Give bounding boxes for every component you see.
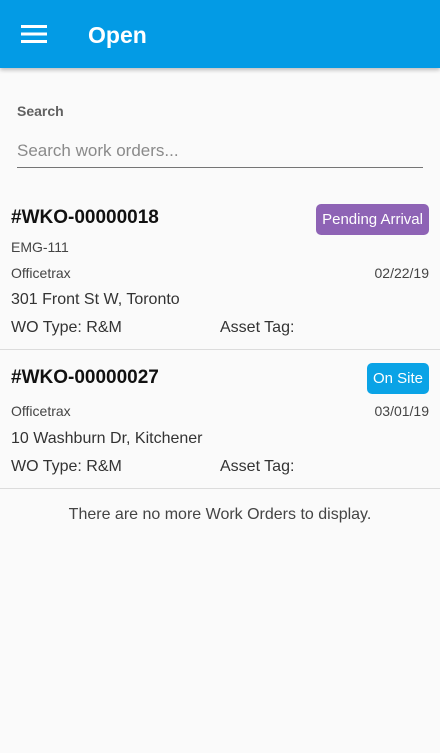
work-order-asset-tag: Asset Tag: (220, 319, 295, 336)
work-order-list: #WKO-00000018 Pending Arrival EMG-111 Of… (0, 198, 440, 489)
work-order-address: 301 Front St W, Toronto (11, 291, 180, 308)
work-order-number: #WKO-00000018 (11, 207, 159, 228)
work-order-date: 03/01/19 (374, 403, 430, 419)
work-order-type: WO Type: R&M (11, 319, 122, 336)
work-order-address: 10 Washburn Dr, Kitchener (11, 430, 203, 447)
app-bar: Open (0, 0, 440, 68)
work-order-asset-tag: Asset Tag: (220, 458, 295, 475)
work-order-number: #WKO-00000027 (11, 367, 159, 388)
status-badge: On Site (366, 363, 429, 394)
search-section: Search (17, 102, 423, 168)
search-label: Search (17, 103, 64, 119)
work-order-card[interactable]: #WKO-00000027 On Site Officetrax 03/01/1… (0, 350, 440, 489)
work-order-type: WO Type: R&M (11, 458, 122, 475)
work-order-company: Officetrax (11, 265, 71, 281)
end-of-list-message: There are no more Work Orders to display… (68, 506, 372, 523)
search-input[interactable] (17, 140, 423, 168)
page-title: Open (88, 22, 147, 48)
work-order-date: 02/22/19 (374, 265, 430, 281)
menu-button[interactable] (14, 14, 54, 54)
work-order-card[interactable]: #WKO-00000018 Pending Arrival EMG-111 Of… (0, 198, 440, 350)
hamburger-menu-icon (21, 25, 47, 43)
work-order-company: Officetrax (11, 403, 71, 419)
status-badge: Pending Arrival (316, 204, 429, 235)
work-order-code: EMG-111 (11, 239, 69, 255)
